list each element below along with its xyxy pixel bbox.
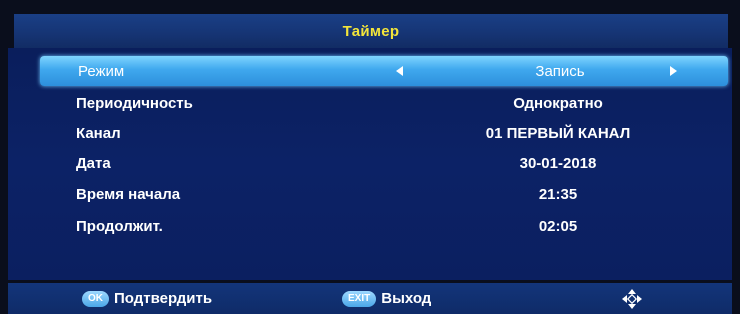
setting-value: Однократно <box>513 94 603 112</box>
exit-label: Выход <box>381 290 432 307</box>
tv-screen: Таймер Режим Запись Периодичность Однокр… <box>0 0 740 314</box>
setting-row-duration[interactable]: Продолжит. 02:05 <box>38 211 728 241</box>
setting-row-date[interactable]: Дата 30-01-2018 <box>38 148 728 178</box>
setting-label: Дата <box>76 154 111 172</box>
exit-key-icon: EXIT <box>342 290 377 307</box>
setting-label: Время начала <box>76 185 181 203</box>
setting-row-mode[interactable]: Режим Запись <box>40 56 728 86</box>
confirm-label: Подтвердить <box>114 290 213 307</box>
title-bar: Таймер <box>14 14 728 49</box>
navigation-arrows-icon <box>622 289 642 309</box>
exit-hint[interactable]: EXIT Выход <box>342 290 431 307</box>
setting-value: 02:05 <box>538 217 578 235</box>
setting-value: 30-01-2018 <box>519 154 597 172</box>
footer-bar: OK Подтвердить EXIT Выход <box>8 283 732 314</box>
setting-value: Запись <box>535 62 585 80</box>
setting-label: Продолжит. <box>76 217 163 235</box>
arrow-right-icon[interactable] <box>670 66 677 76</box>
confirm-hint[interactable]: OK Подтвердить <box>82 290 212 307</box>
page-title: Таймер <box>342 22 400 40</box>
setting-label: Периодичность <box>76 94 193 112</box>
setting-value: 01 ПЕРВЫЙ КАНАЛ <box>485 124 631 142</box>
setting-value: 21:35 <box>538 185 578 203</box>
timer-settings-panel: Режим Запись Периодичность Однократно Ка… <box>8 48 732 280</box>
arrow-left-icon[interactable] <box>396 66 403 76</box>
setting-row-start-time[interactable]: Время начала 21:35 <box>38 179 728 209</box>
ok-key-icon: OK <box>82 290 109 307</box>
setting-label: Режим <box>78 62 125 80</box>
setting-row-channel[interactable]: Канал 01 ПЕРВЫЙ КАНАЛ <box>38 118 728 148</box>
setting-label: Канал <box>76 124 121 142</box>
setting-row-periodicity[interactable]: Периодичность Однократно <box>38 88 728 118</box>
